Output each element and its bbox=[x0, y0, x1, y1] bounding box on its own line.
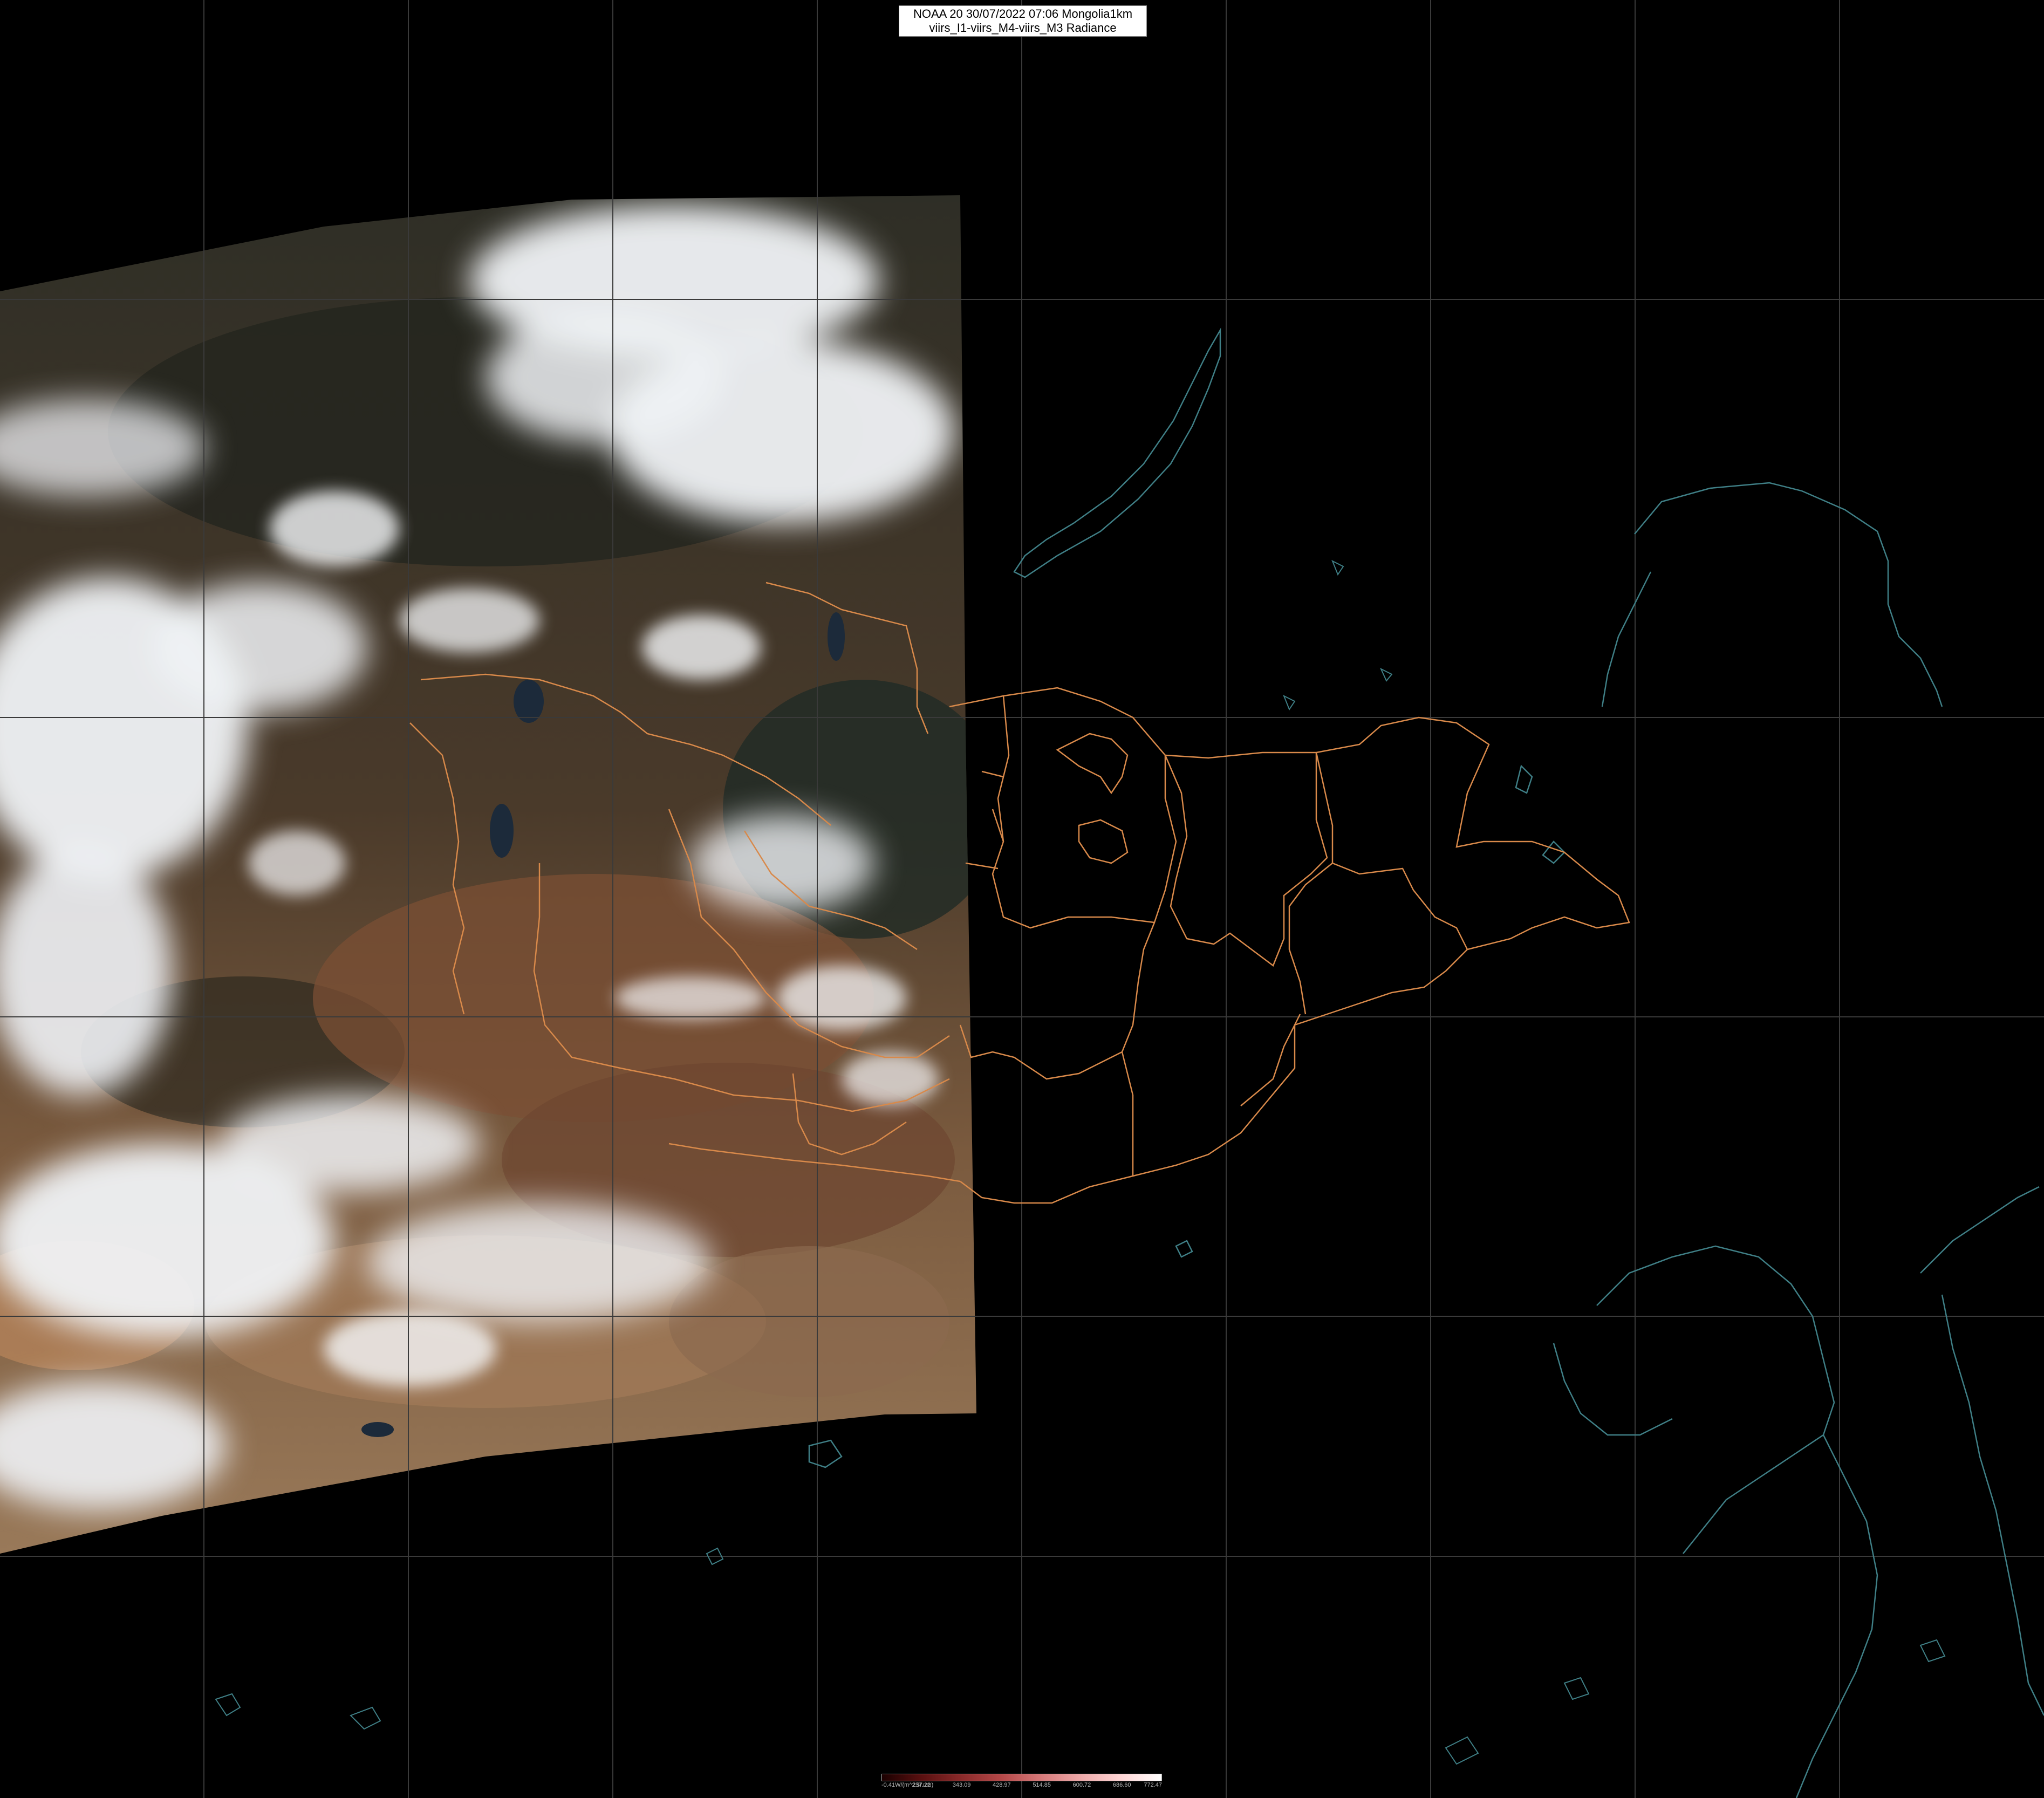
colorbar-tick-label: 514.85 bbox=[1033, 1782, 1051, 1788]
colorbar-tick-label: 428.97 bbox=[993, 1782, 1011, 1788]
colorbar: -0.41W/(m^2.sr.um) 257.22 343.09 428.97 514.… bbox=[881, 1774, 1162, 1790]
title-line-2: viirs_I1-viirs_M4-viirs_M3 Radiance bbox=[929, 21, 1117, 35]
title-line-1: NOAA 20 30/07/2022 07:06 Mongolia1km bbox=[913, 7, 1133, 20]
colorbar-tick-label: 343.09 bbox=[952, 1782, 971, 1788]
map-title: NOAA 20 30/07/2022 07:06 Mongolia1km vii… bbox=[899, 5, 1147, 37]
colorbar-labels: -0.41W/(m^2.sr.um) 257.22 343.09 428.97 514.… bbox=[881, 1782, 1162, 1789]
colorbar-gradient bbox=[881, 1774, 1162, 1781]
satellite-swath bbox=[0, 195, 976, 1554]
colorbar-tick-label: 772.47 bbox=[1144, 1782, 1162, 1788]
colorbar-tick-label: 686.60 bbox=[1112, 1782, 1131, 1788]
colorbar-tick-label: 600.72 bbox=[1072, 1782, 1091, 1788]
satellite-map bbox=[0, 0, 2044, 1798]
colorbar-tick-label: 257.22 bbox=[912, 1782, 931, 1788]
